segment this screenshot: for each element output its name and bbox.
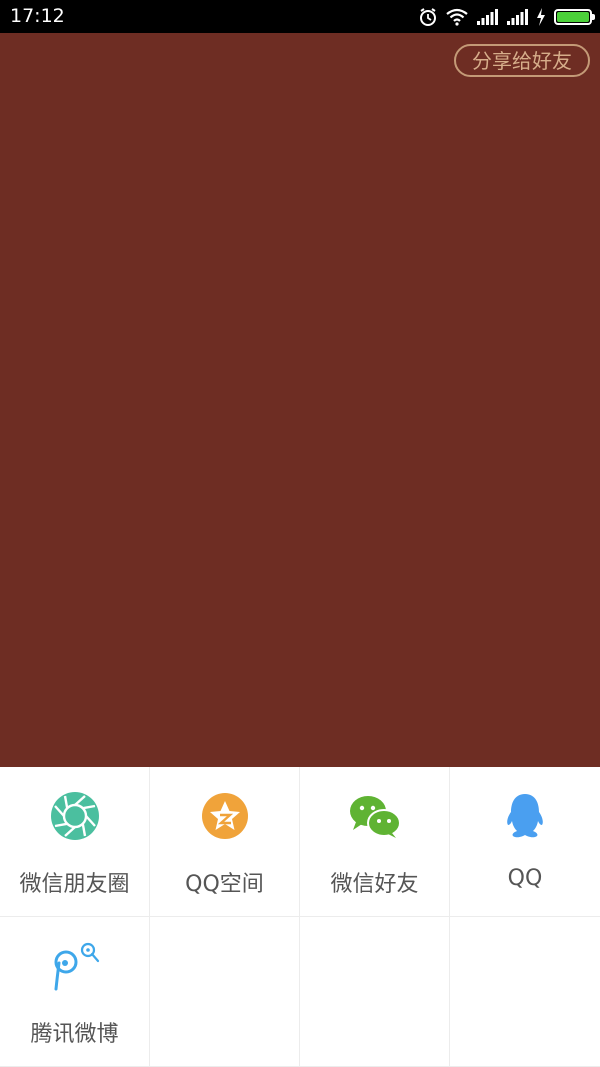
share-item-wechat-moments[interactable]: 微信朋友圈: [0, 767, 150, 917]
main-content-area: 分享给好友: [0, 33, 600, 767]
charging-icon: [536, 8, 546, 26]
status-bar: 17:12: [0, 0, 600, 33]
share-item-label: QQ空间: [185, 872, 264, 897]
share-item-wechat[interactable]: 微信好友: [300, 767, 450, 917]
battery-level: [557, 12, 589, 22]
status-time: 17:12: [10, 5, 65, 27]
share-item-label: 腾讯微博: [30, 1022, 119, 1047]
share-grid-empty-cell: [300, 917, 450, 1067]
signal-icon: [476, 9, 498, 25]
share-grid-empty-cell: [450, 917, 600, 1067]
share-item-qq[interactable]: QQ: [450, 767, 600, 917]
battery-icon: [554, 9, 595, 25]
alarm-icon: [418, 7, 438, 27]
share-item-tencent-weibo[interactable]: 腾讯微博: [0, 917, 150, 1067]
share-grid: 微信朋友圈 QQ空间 微信好友 QQ 腾讯微博: [0, 767, 600, 1067]
wifi-icon: [446, 8, 468, 26]
share-item-label: 微信好友: [330, 872, 419, 897]
share-item-label: QQ: [507, 866, 543, 891]
tencent-weibo-icon: [48, 939, 102, 993]
share-item-label: 微信朋友圈: [19, 872, 130, 897]
share-item-qzone[interactable]: QQ空间: [150, 767, 300, 917]
share-to-friends-button[interactable]: 分享给好友: [454, 44, 590, 77]
signal-icon: [506, 9, 528, 25]
qq-icon: [498, 789, 552, 843]
wechat-moments-icon: [48, 789, 102, 843]
share-panel: 微信朋友圈 QQ空间 微信好友 QQ 腾讯微博: [0, 767, 600, 1067]
wechat-icon: [348, 789, 402, 843]
share-grid-empty-cell: [150, 917, 300, 1067]
status-icons: [418, 6, 595, 28]
qzone-icon: [198, 789, 252, 843]
